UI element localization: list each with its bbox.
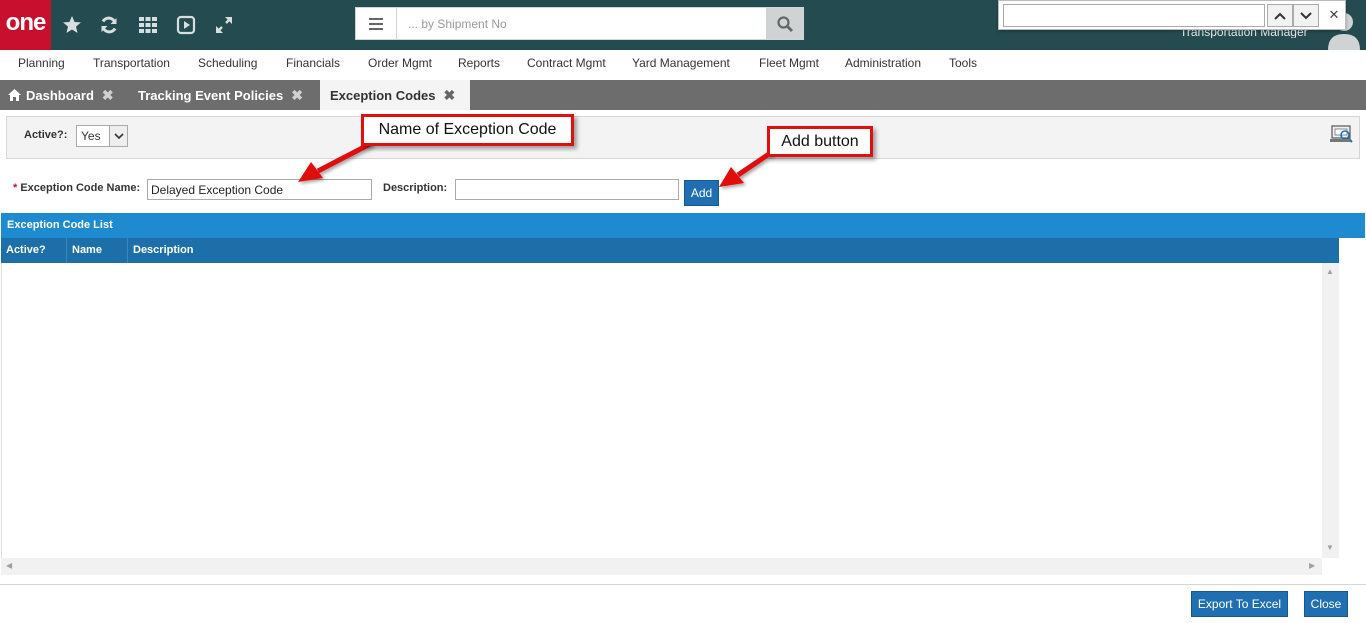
top-bar: one Transportation Manager ✕ (0, 0, 1366, 50)
footer-divider (0, 584, 1366, 585)
menu-administration[interactable]: Administration (845, 56, 921, 70)
home-icon (8, 89, 21, 101)
apps-grid-icon[interactable] (136, 13, 160, 37)
hamburger-menu-icon[interactable] (356, 8, 397, 39)
export-to-excel-button[interactable]: Export To Excel (1191, 591, 1288, 617)
find-bar: ✕ (998, 0, 1346, 30)
tab-bar: Dashboard ✖ Tracking Event Policies ✖ Ex… (0, 80, 1366, 110)
scroll-up-icon[interactable]: ▲ (1326, 267, 1334, 276)
exception-code-name-label-text: Exception Code Name: (20, 182, 141, 194)
close-icon[interactable]: ✖ (443, 87, 455, 104)
scroll-right-icon[interactable]: ▶ (1309, 561, 1315, 570)
menu-transportation[interactable]: Transportation (93, 56, 170, 70)
tab-dashboard[interactable]: Dashboard ✖ (0, 80, 124, 110)
description-field[interactable] (455, 179, 679, 200)
column-header-name[interactable]: Name (67, 238, 128, 263)
close-icon[interactable]: ✕ (1325, 6, 1343, 24)
description-label: Description: (383, 182, 448, 194)
menu-order-mgmt[interactable]: Order Mgmt (368, 56, 432, 70)
menu-planning[interactable]: Planning (18, 56, 65, 70)
add-button[interactable]: Add (684, 180, 719, 206)
horizontal-scrollbar[interactable]: ◀ ▶ (1, 558, 1322, 575)
close-icon[interactable]: ✖ (291, 87, 303, 104)
grid-column-headers: Active? Name Description (1, 238, 1339, 263)
chevron-up-icon[interactable] (1267, 4, 1293, 27)
scroll-left-icon[interactable]: ◀ (6, 561, 12, 570)
tab-label: Exception Codes (330, 87, 436, 103)
active-filter-value: Yes (81, 129, 101, 143)
column-header-active[interactable]: Active? (1, 238, 67, 263)
active-filter-label: Active?: (24, 129, 68, 141)
callout-add-button: Add button (767, 126, 873, 157)
column-header-description[interactable]: Description (128, 238, 1339, 263)
filter-panel: Active?: Yes (6, 116, 1360, 159)
global-search (355, 7, 804, 40)
arrow-head-add (719, 167, 744, 187)
menu-financials[interactable]: Financials (286, 56, 340, 70)
vertical-scrollbar[interactable]: ▲ ▼ (1322, 263, 1339, 558)
tab-exception-codes[interactable]: Exception Codes ✖ (320, 80, 470, 110)
scroll-down-icon[interactable]: ▼ (1326, 543, 1334, 552)
tab-tracking-event-policies[interactable]: Tracking Event Policies ✖ (138, 80, 318, 110)
menu-fleet-mgmt[interactable]: Fleet Mgmt (759, 56, 819, 70)
expand-icon[interactable] (212, 13, 236, 37)
menu-scheduling[interactable]: Scheduling (198, 56, 257, 70)
tab-label: Dashboard (26, 87, 94, 103)
exception-code-name-field[interactable] (147, 179, 372, 200)
callout-name-of-exception-code: Name of Exception Code (361, 114, 574, 146)
menu-reports[interactable]: Reports (458, 56, 500, 70)
close-button[interactable]: Close (1304, 591, 1348, 617)
menu-contract-mgmt[interactable]: Contract Mgmt (527, 56, 606, 70)
required-marker: * (13, 182, 18, 194)
active-filter-select[interactable]: Yes (76, 125, 128, 147)
main-menu: Planning Transportation Scheduling Finan… (0, 50, 1366, 80)
find-input[interactable] (1003, 4, 1265, 27)
chevron-down-icon[interactable] (1293, 4, 1319, 27)
grid-title: Exception Code List (1, 213, 1365, 238)
grid-body (1, 263, 1339, 558)
menu-tools[interactable]: Tools (949, 56, 977, 70)
refresh-icon[interactable] (97, 13, 121, 37)
play-icon[interactable] (174, 13, 198, 37)
close-icon[interactable]: ✖ (102, 87, 114, 104)
search-input[interactable] (398, 8, 766, 39)
star-icon[interactable] (60, 13, 84, 37)
search-icon[interactable] (766, 8, 803, 39)
app-logo[interactable]: one (0, 0, 51, 50)
print-preview-icon[interactable] (1329, 123, 1355, 145)
chevron-down-icon (109, 126, 127, 146)
menu-yard-management[interactable]: Yard Management (632, 56, 730, 70)
exception-code-name-label: * Exception Code Name: (13, 182, 140, 194)
tab-label: Tracking Event Policies (138, 87, 284, 103)
